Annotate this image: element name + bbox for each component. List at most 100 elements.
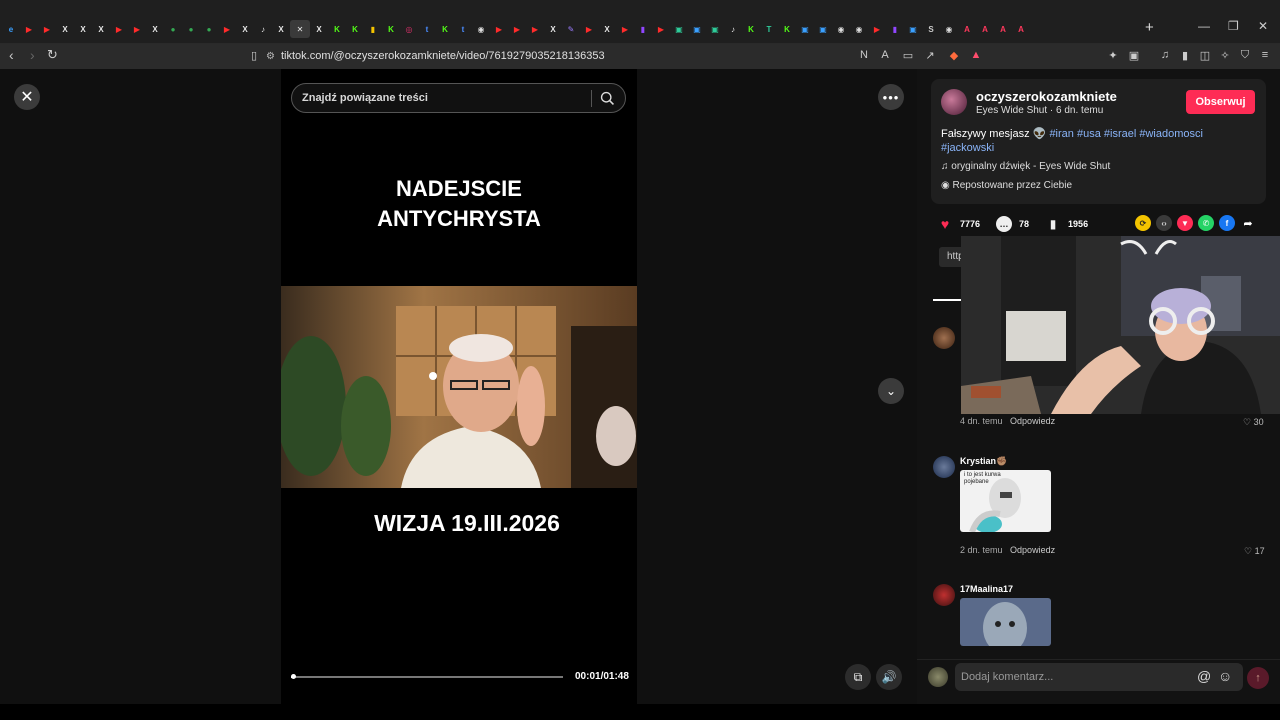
browser-tab[interactable]: ▣ <box>706 20 724 38</box>
cast-icon[interactable]: ▭ <box>901 48 915 62</box>
translate-icon[interactable]: A <box>878 48 892 62</box>
browser-tab[interactable]: e <box>2 20 20 38</box>
browser-tab[interactable]: ▮ <box>634 20 652 38</box>
browser-tab[interactable]: ✕ <box>290 20 310 38</box>
comment-image[interactable] <box>960 598 1051 646</box>
comment-image[interactable]: i to jest kurwa pojebane <box>960 470 1051 532</box>
repost-icon[interactable]: ⟳ <box>1135 215 1151 231</box>
minimize-icon[interactable]: — <box>1198 19 1210 33</box>
commenter-avatar[interactable] <box>933 456 955 478</box>
new-tab-button[interactable]: + <box>1145 19 1154 36</box>
reader-off-icon[interactable]: N <box>857 48 871 62</box>
browser-tab[interactable]: X <box>236 20 254 38</box>
media-icon[interactable]: ♫ <box>1158 48 1172 62</box>
browser-tab[interactable]: ▶ <box>20 20 38 38</box>
bookmark-icon[interactable]: ▮ <box>1045 216 1061 232</box>
reply-button[interactable]: Odpowiedz <box>1010 416 1055 426</box>
next-video-button[interactable]: ⌄ <box>878 378 904 404</box>
browser-tab[interactable]: K <box>778 20 796 38</box>
browser-tab[interactable]: ▣ <box>814 20 832 38</box>
browser-tab[interactable]: ▶ <box>616 20 634 38</box>
browser-tab[interactable]: ● <box>182 20 200 38</box>
browser-tab[interactable]: X <box>74 20 92 38</box>
browser-tab[interactable]: ◉ <box>850 20 868 38</box>
share-icon[interactable]: ↗ <box>923 48 937 62</box>
browser-tab[interactable]: X <box>310 20 328 38</box>
browser-tab[interactable]: t <box>454 20 472 38</box>
reload-icon[interactable]: ↻ <box>47 47 58 63</box>
hashtag[interactable]: #usa <box>1077 128 1101 140</box>
browser-tab[interactable]: ▶ <box>868 20 886 38</box>
browser-tab[interactable]: t <box>418 20 436 38</box>
commenter-avatar[interactable] <box>933 584 955 606</box>
sound-link[interactable]: ♫ oryginalny dźwięk - Eyes Wide Shut <box>941 161 1110 172</box>
vpn-icon[interactable]: ⛉ <box>1238 48 1252 62</box>
wallet2-icon[interactable]: ◫ <box>1198 48 1212 62</box>
heart-icon[interactable]: ♥ <box>937 216 953 232</box>
browser-tab[interactable]: K <box>382 20 400 38</box>
browser-tab[interactable]: ▣ <box>670 20 688 38</box>
browser-tab[interactable]: ▶ <box>218 20 236 38</box>
brave-shield-icon[interactable]: ◆ <box>947 48 961 62</box>
pip-button[interactable]: ⧉ <box>845 664 871 690</box>
comment-like[interactable]: ♡ 17 <box>1244 546 1265 557</box>
commenter-avatar[interactable] <box>933 327 955 349</box>
browser-tab[interactable]: ✎ <box>562 20 580 38</box>
browser-tab[interactable]: X <box>544 20 562 38</box>
browser-tab[interactable]: X <box>56 20 74 38</box>
commenter-name[interactable]: Krystian✊🏽 <box>960 456 1007 467</box>
hashtag[interactable]: #israel <box>1104 128 1136 140</box>
volume-button[interactable]: 🔊 <box>876 664 902 690</box>
back-icon[interactable]: ‹ <box>9 47 14 63</box>
hashtag[interactable]: #iran <box>1049 128 1073 140</box>
browser-tab[interactable]: K <box>328 20 346 38</box>
browser-tab[interactable]: ▶ <box>38 20 56 38</box>
maximize-icon[interactable]: ❐ <box>1228 19 1239 33</box>
browser-tab[interactable]: X <box>272 20 290 38</box>
browser-tab[interactable]: ♪ <box>254 20 272 38</box>
browser-tab[interactable]: ▶ <box>508 20 526 38</box>
site-info-icon[interactable]: ⚙ <box>266 51 275 62</box>
browser-tab[interactable]: ◉ <box>472 20 490 38</box>
close-video-button[interactable]: ✕ <box>14 84 40 110</box>
browser-tab[interactable]: A <box>958 20 976 38</box>
browser-tab[interactable]: ♪ <box>724 20 742 38</box>
browser-tab[interactable]: X <box>92 20 110 38</box>
follow-button[interactable]: Obserwuj <box>1186 90 1255 114</box>
browser-tab[interactable]: T <box>760 20 778 38</box>
browser-tab[interactable]: S <box>922 20 940 38</box>
leo-icon[interactable]: ✧ <box>1218 48 1232 62</box>
emoji-icon[interactable]: ☺ <box>1218 668 1232 684</box>
browser-tab[interactable]: ▶ <box>526 20 544 38</box>
whatsapp-icon[interactable]: ✆ <box>1198 215 1214 231</box>
browser-tab[interactable]: ▣ <box>904 20 922 38</box>
progress-bar[interactable] <box>291 676 563 678</box>
hashtag[interactable]: #jackowski <box>941 142 994 154</box>
browser-tab[interactable]: ▶ <box>128 20 146 38</box>
browser-tab[interactable]: ▮ <box>364 20 382 38</box>
commenter-name[interactable]: 17Maalina17 <box>960 584 1013 594</box>
search-icon[interactable] <box>599 90 616 107</box>
browser-tab[interactable]: ● <box>200 20 218 38</box>
browser-tab[interactable]: X <box>598 20 616 38</box>
reply-button[interactable]: Odpowiedz <box>1010 545 1055 555</box>
search-input[interactable]: Znajdź powiązane treści <box>291 83 626 113</box>
facebook-icon[interactable]: f <box>1219 215 1235 231</box>
browser-tab[interactable]: ▶ <box>580 20 598 38</box>
browser-tab[interactable]: K <box>346 20 364 38</box>
browser-tab[interactable]: ▣ <box>796 20 814 38</box>
author-username[interactable]: oczyszerokozamkniete <box>976 89 1117 104</box>
mention-icon[interactable]: @ <box>1197 668 1211 684</box>
comment-like[interactable]: ♡ 30 <box>1243 417 1264 428</box>
video-player[interactable]: Znajdź powiązane treści NADEJSCIE ANTYCH… <box>281 69 637 704</box>
more-options-button[interactable]: ••• <box>878 84 904 110</box>
hashtag[interactable]: #wiadomosci <box>1139 128 1203 140</box>
menu-icon[interactable]: ≡ <box>1258 48 1272 62</box>
sidebar-icon[interactable]: ▮ <box>1178 48 1192 62</box>
wallet-icon[interactable]: ▣ <box>1127 48 1141 62</box>
browser-tab[interactable]: X <box>146 20 164 38</box>
send-to-friends-icon[interactable]: ▼ <box>1177 215 1193 231</box>
browser-tab[interactable]: A <box>1012 20 1030 38</box>
browser-tab[interactable]: K <box>436 20 454 38</box>
current-user-avatar[interactable] <box>928 667 948 687</box>
